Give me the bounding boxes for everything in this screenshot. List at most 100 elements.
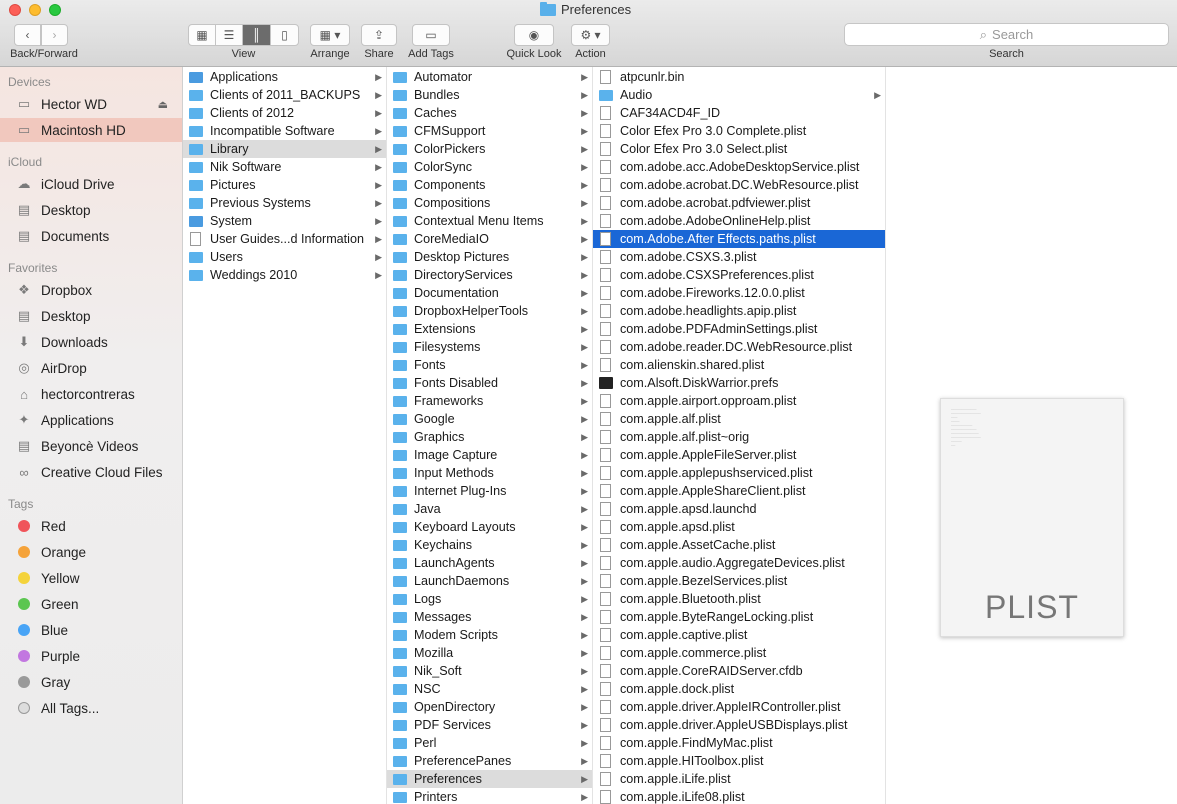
action-button[interactable]: ⚙ ▾ (571, 24, 610, 46)
tag-red[interactable]: Red (0, 514, 182, 538)
column-2-row[interactable]: PreferencePanes ▶ (387, 752, 592, 770)
column-2-row[interactable]: Automator ▶ (387, 68, 592, 86)
column-3-row[interactable]: atpcunlr.bin (593, 68, 885, 86)
column-3-row[interactable]: com.apple.apsd.launchd (593, 500, 885, 518)
column-3-row[interactable]: com.adobe.AdobeOnlineHelp.plist (593, 212, 885, 230)
column-3-row[interactable]: com.adobe.acc.AdobeDesktopService.plist (593, 158, 885, 176)
column-3-row[interactable]: com.apple.alf.plist (593, 410, 885, 428)
column-3-row[interactable]: com.adobe.CSXS.3.plist (593, 248, 885, 266)
column-2-row[interactable]: Nik_Soft ▶ (387, 662, 592, 680)
sidebar-item-downloads[interactable]: ⬇ Downloads (0, 330, 182, 354)
sidebar-item-documents[interactable]: ▤ Documents (0, 224, 182, 248)
column-2-row[interactable]: Compositions ▶ (387, 194, 592, 212)
eject-icon[interactable]: ⏏ (158, 98, 168, 111)
icon-view-button[interactable]: ▦ (188, 24, 216, 46)
column-3-row[interactable]: com.apple.applepushserviced.plist (593, 464, 885, 482)
column-2-row[interactable]: Preferences ▶ (387, 770, 592, 788)
sidebar-item-desktop[interactable]: ▤ Desktop (0, 198, 182, 222)
column-3-row[interactable]: com.apple.airport.opproam.plist (593, 392, 885, 410)
column-3-row[interactable]: Color Efex Pro 3.0 Select.plist (593, 140, 885, 158)
column-3-row[interactable]: Color Efex Pro 3.0 Complete.plist (593, 122, 885, 140)
column-2-row[interactable]: Logs ▶ (387, 590, 592, 608)
column-3-row[interactable]: com.apple.alf.plist~orig (593, 428, 885, 446)
column-2-row[interactable]: Messages ▶ (387, 608, 592, 626)
column-2-row[interactable]: Keychains ▶ (387, 536, 592, 554)
column-2-row[interactable]: ColorSync ▶ (387, 158, 592, 176)
column-2-row[interactable]: LaunchAgents ▶ (387, 554, 592, 572)
column-3-row[interactable]: com.apple.driver.AppleIRController.plist (593, 698, 885, 716)
column-2-row[interactable]: OpenDirectory ▶ (387, 698, 592, 716)
column-2-row[interactable]: ColorPickers ▶ (387, 140, 592, 158)
tag-orange[interactable]: Orange (0, 540, 182, 564)
column-2-row[interactable]: Documentation ▶ (387, 284, 592, 302)
column-3-row[interactable]: com.Alsoft.DiskWarrior.prefs (593, 374, 885, 392)
tag-green[interactable]: Green (0, 592, 182, 616)
column-1-row[interactable]: Applications ▶ (183, 68, 386, 86)
column-3-row[interactable]: Audio ▶ (593, 86, 885, 104)
sidebar-item-icloud-drive[interactable]: ☁ iCloud Drive (0, 172, 182, 196)
zoom-button[interactable] (49, 4, 61, 16)
column-2-row[interactable]: Mozilla ▶ (387, 644, 592, 662)
close-button[interactable] (9, 4, 21, 16)
column-3-row[interactable]: com.apple.FindMyMac.plist (593, 734, 885, 752)
column-3-row[interactable]: com.adobe.acrobat.DC.WebResource.plist (593, 176, 885, 194)
tag-yellow[interactable]: Yellow (0, 566, 182, 590)
column-3-row[interactable]: com.apple.ByteRangeLocking.plist (593, 608, 885, 626)
column-2-row[interactable]: Caches ▶ (387, 104, 592, 122)
column-3-row[interactable]: com.apple.dock.plist (593, 680, 885, 698)
column-3-row[interactable]: com.apple.commerce.plist (593, 644, 885, 662)
column-2-row[interactable]: Components ▶ (387, 176, 592, 194)
column-1-row[interactable]: Clients of 2012 ▶ (183, 104, 386, 122)
column-3-row[interactable]: com.Adobe.After Effects.paths.plist (593, 230, 885, 248)
column-2-row[interactable]: DropboxHelperTools ▶ (387, 302, 592, 320)
column-3-row[interactable]: com.apple.AssetCache.plist (593, 536, 885, 554)
sidebar-item-creative-cloud-files[interactable]: ∞ Creative Cloud Files (0, 460, 182, 484)
column-3-row[interactable]: com.alienskin.shared.plist (593, 356, 885, 374)
column-1-row[interactable]: Nik Software ▶ (183, 158, 386, 176)
column-1-row[interactable]: Users ▶ (183, 248, 386, 266)
column-1-row[interactable]: System ▶ (183, 212, 386, 230)
column-2-row[interactable]: DirectoryServices ▶ (387, 266, 592, 284)
column-3-row[interactable]: com.adobe.PDFAdminSettings.plist (593, 320, 885, 338)
column-2-row[interactable]: Frameworks ▶ (387, 392, 592, 410)
sidebar-item-desktop[interactable]: ▤ Desktop (0, 304, 182, 328)
tag-blue[interactable]: Blue (0, 618, 182, 642)
tag-purple[interactable]: Purple (0, 644, 182, 668)
column-3-row[interactable]: com.apple.CoreRAIDServer.cfdb (593, 662, 885, 680)
column-3-row[interactable]: com.apple.apsd.plist (593, 518, 885, 536)
sidebar-item-macintosh-hd[interactable]: ▭ Macintosh HD (0, 118, 182, 142)
column-1-row[interactable]: Library ▶ (183, 140, 386, 158)
column-2-row[interactable]: PDF Services ▶ (387, 716, 592, 734)
column-2-row[interactable]: Filesystems ▶ (387, 338, 592, 356)
column-3-row[interactable]: com.apple.captive.plist (593, 626, 885, 644)
column-3-row[interactable]: com.apple.HIToolbox.plist (593, 752, 885, 770)
column-2-row[interactable]: Image Capture ▶ (387, 446, 592, 464)
plist-file-preview[interactable]: ──────────── ────────────── ─── ──── ───────… (940, 398, 1124, 637)
sidebar-item-airdrop[interactable]: ◎ AirDrop (0, 356, 182, 380)
column-2-row[interactable]: LaunchDaemons ▶ (387, 572, 592, 590)
column-1-row[interactable]: Pictures ▶ (183, 176, 386, 194)
column-2-row[interactable]: Fonts Disabled ▶ (387, 374, 592, 392)
column-3-row[interactable]: com.adobe.CSXSPreferences.plist (593, 266, 885, 284)
column-2-row[interactable]: Modem Scripts ▶ (387, 626, 592, 644)
column-3-row[interactable]: CAF34ACD4F_ID (593, 104, 885, 122)
sidebar-item-applications[interactable]: ✦ Applications (0, 408, 182, 432)
column-2-row[interactable]: Fonts ▶ (387, 356, 592, 374)
back-button[interactable]: ‹ (14, 24, 41, 46)
column-2-row[interactable]: Internet Plug-Ins ▶ (387, 482, 592, 500)
column-3-row[interactable]: com.apple.BezelServices.plist (593, 572, 885, 590)
column-3-row[interactable]: com.apple.AppleFileServer.plist (593, 446, 885, 464)
column-2-row[interactable]: Desktop Pictures ▶ (387, 248, 592, 266)
column-2-row[interactable]: Input Methods ▶ (387, 464, 592, 482)
column-2-row[interactable]: Graphics ▶ (387, 428, 592, 446)
column-3-row[interactable]: com.apple.iLife.plist (593, 770, 885, 788)
column-3-row[interactable]: com.adobe.reader.DC.WebResource.plist (593, 338, 885, 356)
column-2-row[interactable]: CFMSupport ▶ (387, 122, 592, 140)
column-1-row[interactable]: Weddings 2010 ▶ (183, 266, 386, 284)
column-2-row[interactable]: Contextual Menu Items ▶ (387, 212, 592, 230)
column-2-row[interactable]: Perl ▶ (387, 734, 592, 752)
column-1-row[interactable]: Clients of 2011_BACKUPS ▶ (183, 86, 386, 104)
sidebar-item-dropbox[interactable]: ❖ Dropbox (0, 278, 182, 302)
column-1-row[interactable]: Previous Systems ▶ (183, 194, 386, 212)
sidebar-item-hectorcontreras[interactable]: ⌂ hectorcontreras (0, 382, 182, 406)
